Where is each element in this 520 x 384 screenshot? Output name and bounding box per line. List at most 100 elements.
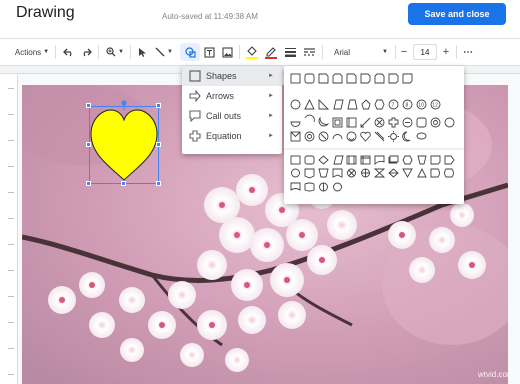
watermark-text: wtvid.com bbox=[478, 370, 514, 379]
border-dash-button[interactable] bbox=[301, 43, 317, 61]
menu-item-callouts[interactable]: Call outs ► bbox=[182, 106, 282, 126]
svg-text:12: 12 bbox=[432, 103, 438, 109]
text-box-icon bbox=[203, 46, 215, 58]
ruler-tick bbox=[8, 192, 14, 193]
ruler-tick bbox=[8, 166, 14, 167]
app-title: Drawing bbox=[16, 4, 75, 21]
menu-item-label: Arrows bbox=[206, 91, 235, 101]
ruler-tick bbox=[8, 114, 14, 115]
resize-handle[interactable] bbox=[121, 181, 126, 186]
font-family-value: Arial bbox=[334, 47, 351, 57]
actions-menu-button[interactable]: Actions ▼ bbox=[12, 43, 52, 61]
save-and-close-button[interactable]: Save and close bbox=[408, 3, 506, 25]
toolbar-divider bbox=[239, 45, 240, 59]
svg-text:10: 10 bbox=[418, 103, 424, 109]
chevron-down-icon: ▼ bbox=[43, 49, 50, 55]
font-family-select[interactable]: Arial ▼ bbox=[330, 43, 392, 61]
shape-row-basic-2 bbox=[290, 114, 455, 128]
shape-menu: Shapes ► Arrows ► Call outs ► Equation ► bbox=[182, 66, 282, 154]
resize-handle[interactable] bbox=[156, 103, 161, 108]
resize-handle[interactable] bbox=[156, 181, 161, 186]
ruler-tick bbox=[8, 348, 14, 349]
shapes-submenu: 7 8 10 12 bbox=[284, 66, 464, 204]
menu-item-shapes[interactable]: Shapes ► bbox=[182, 66, 282, 86]
autosave-status: Auto-saved at 11:49:38 AM bbox=[162, 12, 258, 21]
menu-item-label: Call outs bbox=[206, 111, 242, 121]
ruler-tick bbox=[8, 374, 14, 375]
chevron-down-icon: ▼ bbox=[382, 49, 388, 55]
text-box-button[interactable] bbox=[201, 43, 217, 61]
redo-button[interactable] bbox=[78, 43, 94, 61]
border-color-button[interactable] bbox=[263, 43, 279, 61]
menu-item-label: Shapes bbox=[206, 71, 237, 81]
pencil-icon bbox=[265, 46, 277, 59]
ruler-tick bbox=[8, 270, 14, 271]
shape-tool-button[interactable] bbox=[180, 43, 200, 61]
toolbar-divider bbox=[55, 45, 56, 59]
shape-row-flowchart-2 bbox=[291, 167, 454, 179]
ruler-tick bbox=[8, 218, 14, 219]
decrease-font-size-button[interactable]: − bbox=[398, 43, 410, 61]
menu-item-equation[interactable]: Equation ► bbox=[182, 126, 282, 146]
square-icon bbox=[189, 70, 201, 82]
resize-handle[interactable] bbox=[86, 103, 91, 108]
selection-box bbox=[89, 106, 159, 184]
shape-row-flowchart-3 bbox=[290, 182, 342, 192]
shapes-icon bbox=[184, 46, 196, 58]
toolbar-divider bbox=[322, 45, 323, 59]
actions-label: Actions bbox=[14, 47, 42, 57]
toolbar-divider bbox=[98, 45, 99, 59]
callout-icon bbox=[189, 110, 201, 122]
plus-icon bbox=[189, 130, 201, 142]
resize-handle[interactable] bbox=[86, 142, 91, 147]
select-tool-button[interactable] bbox=[134, 43, 150, 61]
chevron-right-icon: ► bbox=[268, 73, 274, 79]
shapes-grid: 7 8 10 12 bbox=[284, 73, 464, 192]
chevron-down-icon: ▼ bbox=[118, 49, 124, 55]
rotate-handle[interactable] bbox=[120, 100, 128, 110]
border-weight-button[interactable] bbox=[282, 43, 298, 61]
toolbar-divider bbox=[395, 45, 396, 59]
ruler-tick bbox=[8, 140, 14, 141]
image-button[interactable] bbox=[219, 43, 235, 61]
menu-item-arrows[interactable]: Arrows ► bbox=[182, 86, 282, 106]
zoom-icon bbox=[106, 47, 116, 57]
undo-icon bbox=[62, 48, 71, 56]
arrow-icon bbox=[189, 90, 201, 102]
line-dash-icon bbox=[303, 48, 315, 56]
line-icon bbox=[155, 47, 165, 57]
ruler-tick bbox=[8, 88, 14, 89]
shape-row-rectangles bbox=[290, 73, 413, 84]
drawing-toolbar: Actions ▼ ▼ ▼ Arial ▼ − 14 + ⋯ bbox=[0, 38, 520, 66]
zoom-menu-button[interactable]: ▼ bbox=[103, 43, 127, 61]
font-size-input[interactable]: 14 bbox=[413, 44, 437, 60]
chevron-right-icon: ► bbox=[268, 133, 274, 139]
line-tool-button[interactable]: ▼ bbox=[152, 43, 176, 61]
svg-text:7: 7 bbox=[392, 103, 395, 109]
chevron-down-icon: ▼ bbox=[167, 49, 173, 55]
image-icon bbox=[221, 46, 233, 58]
ruler-tick bbox=[8, 244, 14, 245]
toolbar-divider bbox=[130, 45, 131, 59]
shape-row-basic-3 bbox=[290, 131, 427, 142]
shape-row-flowchart-1 bbox=[290, 155, 455, 166]
svg-text:8: 8 bbox=[406, 103, 409, 109]
more-options-button[interactable]: ⋯ bbox=[460, 43, 476, 61]
shape-row-basic-1: 7 8 10 12 bbox=[290, 98, 441, 110]
paint-bucket-icon bbox=[246, 45, 258, 59]
cursor-icon bbox=[138, 47, 146, 57]
ruler-tick bbox=[8, 322, 14, 323]
resize-handle[interactable] bbox=[86, 181, 91, 186]
increase-font-size-button[interactable]: + bbox=[440, 43, 452, 61]
ruler-tick bbox=[8, 296, 14, 297]
line-weight-icon bbox=[284, 48, 296, 57]
undo-button[interactable] bbox=[60, 43, 76, 61]
vertical-ruler bbox=[0, 74, 18, 384]
redo-icon bbox=[83, 48, 92, 56]
menu-item-label: Equation bbox=[206, 131, 242, 141]
chevron-right-icon: ► bbox=[268, 93, 274, 99]
fill-color-button[interactable] bbox=[244, 43, 260, 61]
app-header: Drawing Auto-saved at 11:49:38 AM Save a… bbox=[0, 0, 520, 38]
resize-handle[interactable] bbox=[156, 142, 161, 147]
chevron-right-icon: ► bbox=[268, 113, 274, 119]
